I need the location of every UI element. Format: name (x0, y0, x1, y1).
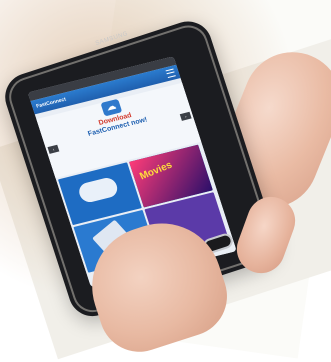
status-left (32, 92, 35, 101)
app-name: FastConnect (35, 96, 67, 110)
banner-prev-button[interactable]: ‹ (47, 144, 60, 154)
photo-scene: SAMSUNG FastConnect ‹ ☁ Download FastCon… (0, 0, 331, 362)
banner-next-button[interactable]: › (179, 111, 192, 121)
menu-icon[interactable] (165, 68, 176, 79)
movie-title: Movies (138, 159, 175, 183)
status-right (170, 57, 173, 66)
cloud-illustration-icon (76, 175, 120, 205)
